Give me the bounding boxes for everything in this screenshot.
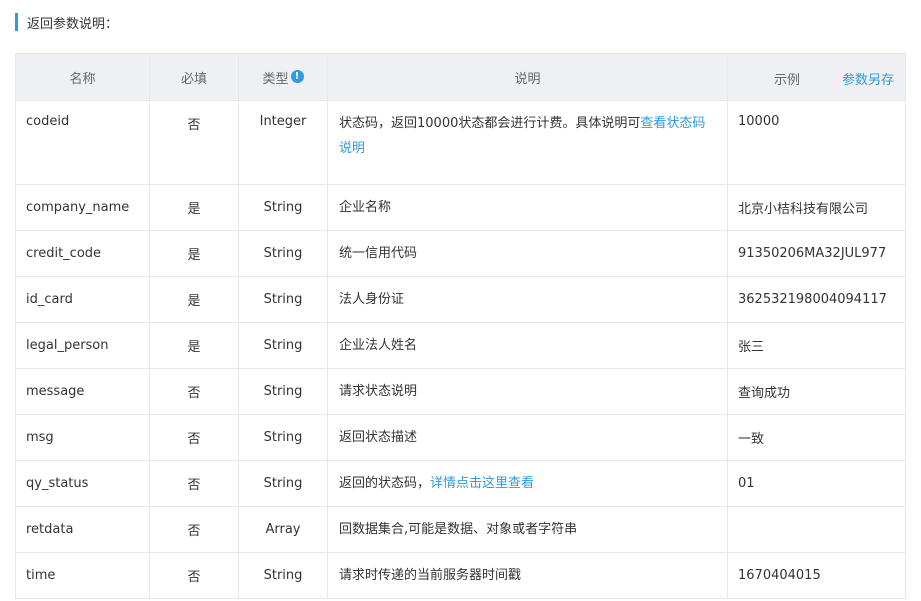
param-example bbox=[727, 506, 906, 553]
param-description-text: 返回的状态码， bbox=[339, 476, 431, 491]
param-example: 91350206MA32JUL977 bbox=[727, 230, 906, 277]
param-type: String bbox=[238, 552, 328, 599]
header-example-label: 示例 bbox=[774, 73, 801, 88]
param-description: 请求时传递的当前服务器时间戳 bbox=[327, 552, 728, 599]
table-row: credit_code 是 String 统一信用代码 91350206MA32JUL9… bbox=[15, 230, 906, 277]
param-example: 01 bbox=[727, 460, 906, 507]
param-type: Array bbox=[238, 506, 328, 553]
param-type: String bbox=[238, 184, 328, 231]
param-required: 是 bbox=[149, 276, 239, 323]
param-required: 否 bbox=[149, 100, 239, 185]
table-row: company_name 是 String 企业名称 北京小桔科技有限公司 bbox=[15, 184, 906, 231]
param-type: String bbox=[238, 414, 328, 461]
table-row: legal_person 是 String 企业法人姓名 张三 bbox=[15, 322, 906, 369]
param-name: message bbox=[15, 368, 150, 415]
param-description-text: 回数据集合,可能是数据、对象或者字符串 bbox=[339, 522, 578, 537]
header-example: 示例 参数另存 bbox=[727, 53, 906, 101]
param-example: 10000 bbox=[727, 100, 906, 185]
table-row: id_card 是 String 法人身份证 362532198004094117 bbox=[15, 276, 906, 323]
header-type-label: 类型 bbox=[262, 71, 289, 87]
header-desc: 说明 bbox=[327, 53, 728, 101]
param-description: 法人身份证 bbox=[327, 276, 728, 323]
param-name: company_name bbox=[15, 184, 150, 231]
param-description-text: 请求状态说明 bbox=[339, 384, 418, 399]
param-name: retdata bbox=[15, 506, 150, 553]
param-type: String bbox=[238, 230, 328, 277]
param-type: String bbox=[238, 322, 328, 369]
param-example: 1670404015 bbox=[727, 552, 906, 599]
param-example: 查询成功 bbox=[727, 368, 906, 415]
param-example: 362532198004094117 bbox=[727, 276, 906, 323]
info-icon[interactable]: ! bbox=[290, 69, 304, 83]
return-params-table: 名称 必填 类型! 说明 示例 参数另存 codeid 否 Integer 状态码，返… bbox=[15, 53, 906, 599]
param-description-text: 返回状态描述 bbox=[339, 430, 418, 445]
param-description-text: 请求时传递的当前服务器时间戳 bbox=[339, 568, 522, 583]
param-description-text: 企业法人姓名 bbox=[339, 338, 418, 353]
param-description: 企业名称 bbox=[327, 184, 728, 231]
param-example: 张三 bbox=[727, 322, 906, 369]
param-type: String bbox=[238, 276, 328, 323]
param-required: 否 bbox=[149, 368, 239, 415]
param-name: codeid bbox=[15, 100, 150, 185]
param-required: 否 bbox=[149, 506, 239, 553]
param-name: legal_person bbox=[15, 322, 150, 369]
param-description-text: 统一信用代码 bbox=[339, 246, 418, 261]
section-header: 返回参数说明： bbox=[15, 12, 118, 32]
param-type: String bbox=[238, 460, 328, 507]
accent-bar bbox=[15, 13, 18, 31]
param-required: 是 bbox=[149, 322, 239, 369]
param-description: 返回状态描述 bbox=[327, 414, 728, 461]
param-description: 状态码，返回10000状态都会进行计费。具体说明可查看状态码说明 bbox=[327, 100, 728, 185]
section-title: 返回参数说明： bbox=[27, 16, 119, 32]
save-params-link[interactable]: 参数另存 bbox=[842, 69, 894, 88]
param-type: String bbox=[238, 368, 328, 415]
param-name: time bbox=[15, 552, 150, 599]
table-row: message 否 String 请求状态说明 查询成功 bbox=[15, 368, 906, 415]
param-description: 企业法人姓名 bbox=[327, 322, 728, 369]
param-description-text: 状态码，返回10000状态都会进行计费。具体说明可 bbox=[339, 116, 641, 131]
param-type: Integer bbox=[238, 100, 328, 185]
header-name: 名称 bbox=[15, 53, 150, 101]
param-name: msg bbox=[15, 414, 150, 461]
param-required: 是 bbox=[149, 184, 239, 231]
param-description: 回数据集合,可能是数据、对象或者字符串 bbox=[327, 506, 728, 553]
param-example: 一致 bbox=[727, 414, 906, 461]
param-description: 统一信用代码 bbox=[327, 230, 728, 277]
table-row: msg 否 String 返回状态描述 一致 bbox=[15, 414, 906, 461]
table-row: qy_status 否 String 返回的状态码，详情点击这里查看 01 bbox=[15, 460, 906, 507]
param-required: 否 bbox=[149, 552, 239, 599]
param-description-text: 法人身份证 bbox=[339, 292, 405, 307]
table-row: time 否 String 请求时传递的当前服务器时间戳 1670404015 bbox=[15, 552, 906, 599]
param-name: credit_code bbox=[15, 230, 150, 277]
param-example: 北京小桔科技有限公司 bbox=[727, 184, 906, 231]
header-required: 必填 bbox=[149, 53, 239, 101]
param-required: 否 bbox=[149, 414, 239, 461]
table-row: retdata 否 Array 回数据集合,可能是数据、对象或者字符串 bbox=[15, 506, 906, 553]
param-name: id_card bbox=[15, 276, 150, 323]
table-row: codeid 否 Integer 状态码，返回10000状态都会进行计费。具体说明可查… bbox=[15, 100, 906, 185]
table-header-row: 名称 必填 类型! 说明 示例 参数另存 bbox=[15, 53, 906, 101]
param-required: 是 bbox=[149, 230, 239, 277]
param-description: 返回的状态码，详情点击这里查看 bbox=[327, 460, 728, 507]
param-description-link[interactable]: 详情点击这里查看 bbox=[430, 476, 534, 491]
param-required: 否 bbox=[149, 460, 239, 507]
param-description: 请求状态说明 bbox=[327, 368, 728, 415]
param-name: qy_status bbox=[15, 460, 150, 507]
header-type: 类型! bbox=[238, 53, 328, 101]
param-description-text: 企业名称 bbox=[339, 200, 392, 215]
